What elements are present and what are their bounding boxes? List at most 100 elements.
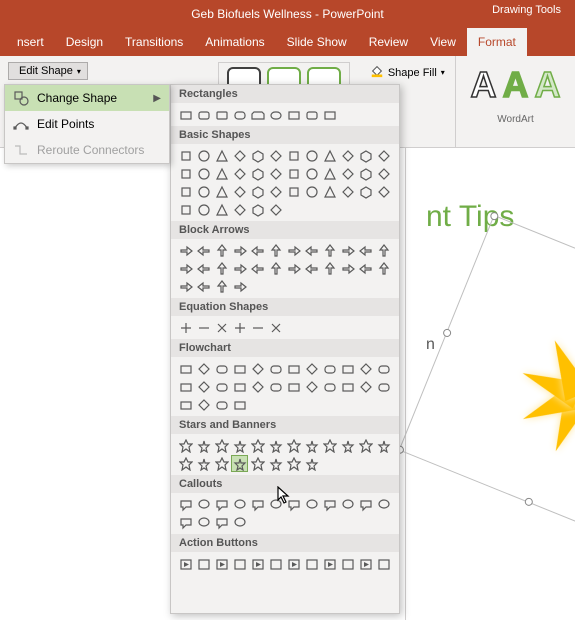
shape-option[interactable]	[357, 496, 374, 513]
shape-option[interactable]	[303, 106, 320, 123]
shape-option[interactable]	[267, 555, 284, 572]
shape-option[interactable]	[213, 437, 230, 454]
shape-option[interactable]	[321, 437, 338, 454]
shape-option[interactable]	[231, 165, 248, 182]
shape-option[interactable]	[267, 242, 284, 259]
shape-option[interactable]	[303, 260, 320, 277]
shape-option[interactable]	[231, 378, 248, 395]
resize-handle[interactable]	[524, 497, 534, 507]
shape-option[interactable]	[249, 260, 266, 277]
shape-option[interactable]	[249, 201, 266, 218]
shape-option[interactable]	[321, 260, 338, 277]
shape-option[interactable]	[321, 165, 338, 182]
shape-option[interactable]	[231, 201, 248, 218]
shape-option[interactable]	[321, 106, 338, 123]
shape-fill-button[interactable]: Shape Fill ▾	[366, 62, 449, 83]
shape-option[interactable]	[195, 106, 212, 123]
shape-option[interactable]	[285, 147, 302, 164]
shape-option[interactable]	[285, 165, 302, 182]
shape-option[interactable]	[339, 165, 356, 182]
shape-option[interactable]	[213, 496, 230, 513]
shape-option[interactable]	[303, 242, 320, 259]
shape-option[interactable]	[285, 260, 302, 277]
shape-option[interactable]	[267, 165, 284, 182]
shape-option[interactable]	[267, 319, 284, 336]
shape-option[interactable]	[249, 242, 266, 259]
shape-option[interactable]	[231, 496, 248, 513]
shape-option[interactable]	[249, 319, 266, 336]
shape-option[interactable]	[195, 201, 212, 218]
shape-option[interactable]	[321, 147, 338, 164]
slide-canvas[interactable]: nt Tips n	[405, 148, 575, 620]
shape-option[interactable]	[195, 555, 212, 572]
shape-option[interactable]	[267, 183, 284, 200]
shape-selection-box[interactable]	[399, 215, 575, 555]
menu-item-edit-points[interactable]: Edit Points	[5, 111, 169, 137]
shape-option[interactable]	[339, 242, 356, 259]
ribbon-tab-nsert[interactable]: nsert	[6, 28, 55, 56]
shape-option[interactable]	[231, 106, 248, 123]
wordart-style[interactable]: A	[535, 64, 561, 106]
shape-option[interactable]	[231, 147, 248, 164]
shape-option[interactable]	[375, 378, 392, 395]
shape-option[interactable]	[231, 437, 248, 454]
shape-option[interactable]	[249, 455, 266, 472]
ribbon-tab-format[interactable]: Format	[467, 28, 527, 56]
shape-option[interactable]	[285, 455, 302, 472]
shape-option[interactable]	[285, 360, 302, 377]
shape-option[interactable]	[267, 106, 284, 123]
shape-option[interactable]	[375, 496, 392, 513]
shape-option[interactable]	[249, 378, 266, 395]
shape-option[interactable]	[231, 260, 248, 277]
shape-option[interactable]	[249, 496, 266, 513]
shape-option[interactable]	[195, 455, 212, 472]
shape-option[interactable]	[213, 278, 230, 295]
shape-option[interactable]	[375, 360, 392, 377]
shape-option[interactable]	[231, 455, 248, 472]
shape-option[interactable]	[231, 278, 248, 295]
shape-option[interactable]	[249, 106, 266, 123]
edit-shape-button[interactable]: Edit Shape ▾	[8, 62, 88, 80]
shape-option[interactable]	[339, 378, 356, 395]
shape-option[interactable]	[195, 242, 212, 259]
shape-option[interactable]	[177, 260, 194, 277]
shape-option[interactable]	[285, 437, 302, 454]
shape-option[interactable]	[195, 437, 212, 454]
shape-option[interactable]	[177, 360, 194, 377]
shape-option[interactable]	[303, 165, 320, 182]
ribbon-tab-animations[interactable]: Animations	[194, 28, 275, 56]
shape-option[interactable]	[249, 437, 266, 454]
shape-option[interactable]	[375, 165, 392, 182]
shape-option[interactable]	[177, 106, 194, 123]
shape-option[interactable]	[213, 396, 230, 413]
wordart-style[interactable]: A	[503, 64, 529, 106]
shape-option[interactable]	[339, 496, 356, 513]
shape-option[interactable]	[285, 242, 302, 259]
shape-option[interactable]	[213, 242, 230, 259]
shape-option[interactable]	[357, 437, 374, 454]
shape-option[interactable]	[357, 378, 374, 395]
shape-option[interactable]	[285, 555, 302, 572]
shape-option[interactable]	[177, 183, 194, 200]
shape-option[interactable]	[375, 183, 392, 200]
shape-option[interactable]	[375, 437, 392, 454]
shape-option[interactable]	[357, 360, 374, 377]
shape-option[interactable]	[213, 455, 230, 472]
shape-option[interactable]	[177, 319, 194, 336]
shape-option[interactable]	[213, 514, 230, 531]
shape-option[interactable]	[285, 183, 302, 200]
shape-option[interactable]	[357, 555, 374, 572]
shape-option[interactable]	[321, 360, 338, 377]
shape-option[interactable]	[339, 147, 356, 164]
shape-option[interactable]	[285, 496, 302, 513]
shape-option[interactable]	[177, 396, 194, 413]
shape-option[interactable]	[177, 242, 194, 259]
shape-option[interactable]	[231, 319, 248, 336]
shape-option[interactable]	[195, 319, 212, 336]
shape-option[interactable]	[177, 278, 194, 295]
shape-option[interactable]	[177, 165, 194, 182]
shape-option[interactable]	[213, 147, 230, 164]
shape-option[interactable]	[177, 437, 194, 454]
shape-option[interactable]	[177, 496, 194, 513]
shape-option[interactable]	[195, 165, 212, 182]
